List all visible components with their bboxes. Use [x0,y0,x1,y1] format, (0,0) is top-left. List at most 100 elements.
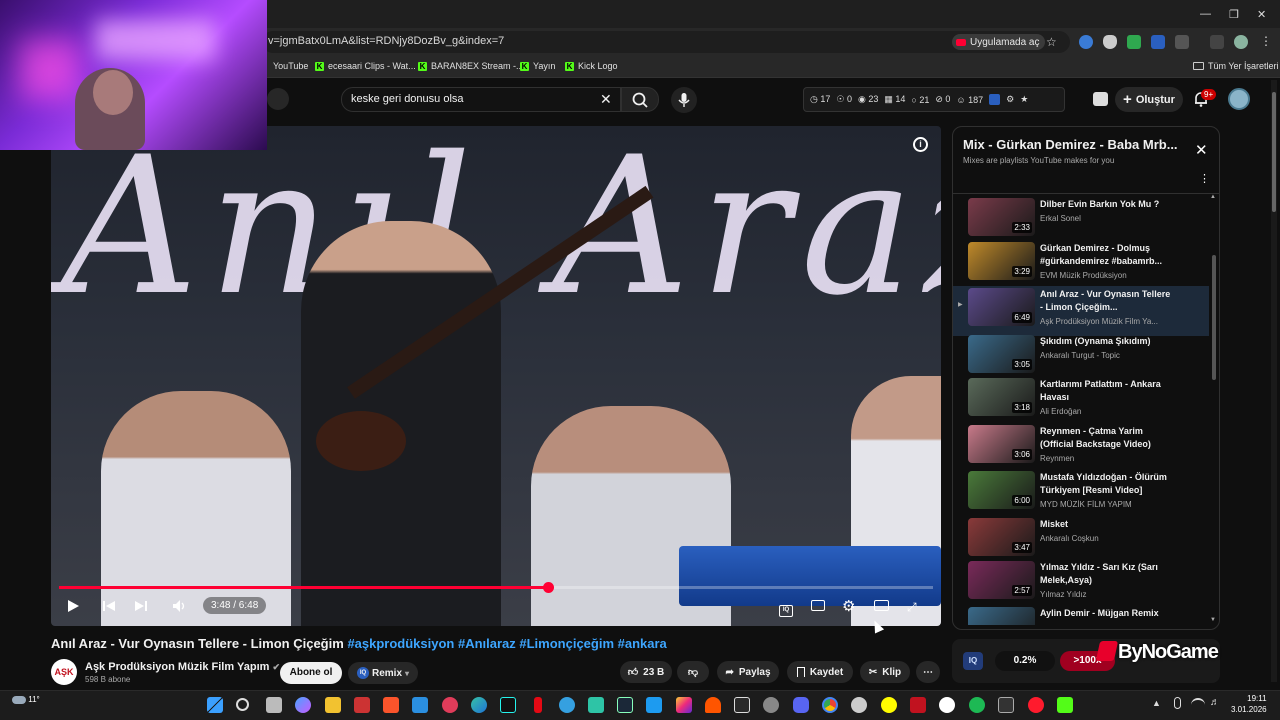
settings-icon[interactable]: ⚙ [1006,94,1014,105]
bookmark-star-icon[interactable]: ☆ [1046,35,1057,49]
extension-icon-1[interactable] [1079,35,1093,49]
playlist-thumbnail[interactable]: 2:57 [968,561,1035,599]
kick-icon[interactable] [1057,697,1073,713]
playlist-thumbnail[interactable]: 2:33 [968,198,1035,236]
playlist-item[interactable]: 2:33 Dilber Evin Barkın Yok Mu ? Erkal Son… [953,196,1209,242]
tiktok-icon[interactable] [500,697,516,713]
extension-icon-3[interactable] [1127,35,1141,49]
playlist-thumbnail[interactable]: 3:18 [968,378,1035,416]
steam-icon[interactable] [617,697,633,713]
close-window-icon[interactable]: ✕ [1257,8,1266,21]
search-query[interactable]: keske geri donusu olsa [351,93,464,105]
miniplayer-button[interactable] [874,599,889,614]
playlist-item[interactable]: 3:05 Şıkıdım (Oynama Şıkıdım) Ankaralı Tur… [953,333,1209,379]
page-scrollbar[interactable] [1271,80,1277,682]
info-icon[interactable]: i [913,137,928,152]
more-vertical-icon[interactable]: ⋮ [1199,172,1210,185]
extension-icon-2[interactable] [1103,35,1117,49]
snapchat-icon[interactable] [881,697,897,713]
video-player[interactable]: Anıl Araz [51,126,941,626]
playlist-scrollbar[interactable] [1212,255,1216,380]
dislike-button[interactable]: 👎︎ [677,661,709,683]
bookmark-baran8ex[interactable]: K BARAN8EX Stream -... [418,61,524,71]
extension-shield-icon[interactable] [1093,92,1108,106]
app-icon[interactable] [559,697,575,713]
close-icon[interactable]: ✕ [1195,141,1208,159]
tray-chevron-icon[interactable]: ▲ [1152,698,1161,708]
tray-mic-icon[interactable] [1174,697,1181,709]
playlist-item[interactable]: 6:49 ▶ Anıl Araz - Vur Oynasın Tellere - L… [953,286,1209,336]
spotify-icon[interactable] [969,697,985,713]
playlist-thumbnail[interactable]: 6:49 [968,288,1035,326]
app-icon[interactable] [763,697,779,713]
chrome-icon[interactable] [822,697,838,713]
weather-widget[interactable]: 11° [12,695,40,704]
media-player-icon[interactable] [442,697,458,713]
remix-button[interactable]: IQ Remix ▾ [348,662,418,684]
bookmark-yayin[interactable]: K Yayın [520,61,555,71]
playlist-thumbnail[interactable]: 3:05 [968,335,1035,373]
playlist-item[interactable]: 6:00 Mustafa Yıldızdoğan - Ölürüm Türkiye… [953,469,1209,519]
create-button[interactable]: + Oluştur [1115,87,1183,112]
explorer-icon[interactable] [325,697,341,713]
video-hashtags[interactable]: #aşkprodüksiyon #Anılaraz #Limonçiçeğim … [347,636,666,651]
playlist-thumbnail[interactable]: 6:00 [968,471,1035,509]
scroll-up-icon[interactable]: ▲ [1210,194,1216,200]
channel-name[interactable]: Aşk Prodüksiyon Müzik Film Yapım ✔ [85,661,280,673]
speaker-icon[interactable]: ♬ [1210,697,1220,708]
channel-avatar[interactable]: AŞK [51,659,77,685]
playlist-item[interactable]: 3:29 Gürkan Demirez - Dolmuş #gürkandemir… [953,240,1209,288]
app-icon[interactable] [998,697,1014,713]
maximize-icon[interactable]: ❐ [1229,8,1239,21]
playlist-item[interactable]: Aylin Demir - Müjgan Remix [953,605,1209,625]
voice-search-button[interactable] [671,87,697,113]
playlist-thumbnail[interactable]: 3:06 [968,425,1035,463]
iq-icon[interactable] [989,94,1001,105]
task-view-icon[interactable] [266,697,282,713]
profile-icon[interactable] [1234,35,1248,49]
bookmark-kick-logo[interactable]: K Kick Logo [565,61,618,71]
playlist-item[interactable]: 3:47 Misket Ankaralı Coşkun [953,516,1209,562]
media-control-icon[interactable] [1210,35,1224,49]
iq-badge[interactable]: IQ [963,652,983,670]
playlist-thumbnail[interactable] [968,607,1035,625]
brave-icon[interactable] [383,697,399,713]
scroll-down-icon[interactable]: ▼ [1210,617,1216,623]
bookmark-ecesaari[interactable]: Kecesaari Clips - Wat... [315,61,416,71]
like-button[interactable]: 👍︎ 23 B [620,661,672,683]
account-avatar[interactable] [1228,88,1250,110]
next-button[interactable] [134,599,148,613]
playlist-item[interactable]: 2:57 Yılmaz Yıldız - Sarı Kız (Sarı Melek… [953,559,1209,607]
all-bookmarks[interactable]: Tüm Yer İşaretleri [1193,61,1279,71]
previous-button[interactable] [102,599,116,613]
epic-games-icon[interactable] [734,697,750,713]
store-icon[interactable] [412,697,428,713]
playlist-item[interactable]: 3:06 Reynmen - Çatma Yarim (Official Back… [953,423,1209,473]
search-icon[interactable] [236,698,249,711]
settings-button[interactable]: ⚙ [842,597,855,615]
app-icon[interactable] [588,697,604,713]
taskbar-clock[interactable]: 19:11 3.01.2026 [1231,693,1267,715]
twitter-icon[interactable] [646,697,662,713]
subscribe-button[interactable]: Abone ol [280,662,342,684]
minimize-icon[interactable]: — [1200,8,1211,20]
extension-icon-4[interactable] [1151,35,1165,49]
search-button[interactable] [621,87,659,112]
playlist-thumbnail[interactable]: 3:47 [968,518,1035,556]
share-button[interactable]: ➦ Paylaş [717,661,779,683]
playlist-item[interactable]: 3:18 Kartlarımı Patlattım - Ankara Havası… [953,376,1209,426]
edge-icon[interactable] [471,697,487,713]
clip-button[interactable]: ✂ Klip [860,661,910,683]
opera-icon[interactable] [1028,697,1044,713]
app-icon[interactable] [851,697,867,713]
more-actions-button[interactable]: ⋯ [916,661,940,683]
clear-search-icon[interactable]: ✕ [600,91,612,108]
netflix-icon[interactable] [534,697,542,713]
wifi-icon[interactable] [1191,698,1205,708]
trophy-icon[interactable]: ★ [1020,94,1028,105]
playlist-thumbnail[interactable]: 3:29 [968,242,1035,280]
puzzle-icon[interactable] [1175,35,1189,49]
open-in-app-button[interactable]: Uygulamada aç [952,34,1046,50]
save-button[interactable]: Kaydet [787,661,853,683]
copilot-icon[interactable] [295,697,311,713]
